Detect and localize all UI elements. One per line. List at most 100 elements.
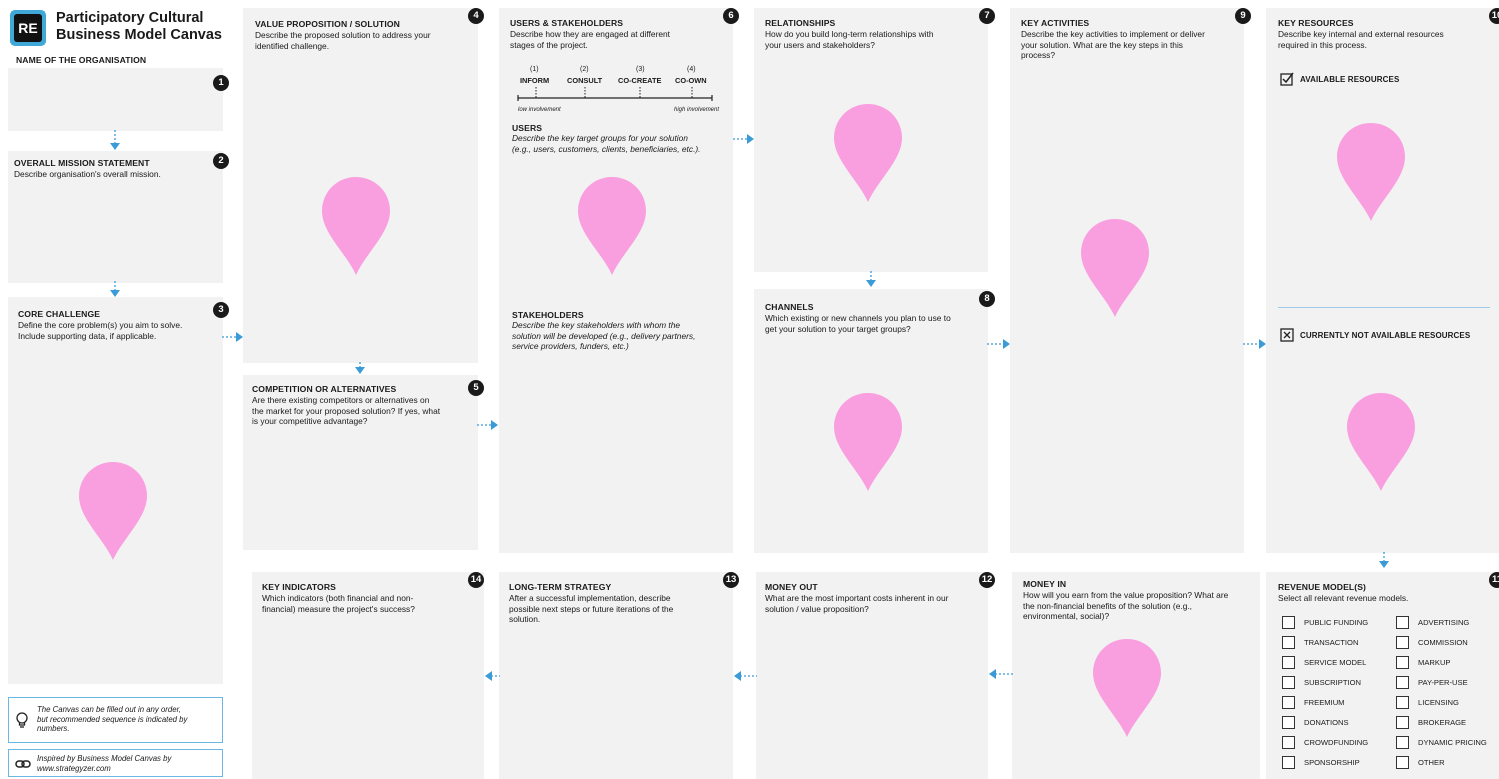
users-subtitle: USERS [512, 123, 543, 133]
inspired-note: Inspired by Business Model Canvas by www… [8, 749, 223, 777]
revenue-option[interactable]: FREEMIUM [1282, 696, 1345, 709]
checkbox[interactable] [1396, 676, 1409, 689]
checkbox[interactable] [1282, 756, 1295, 769]
revenue-option[interactable]: CROWDFUNDING [1282, 736, 1368, 749]
checkbox[interactable] [1282, 736, 1295, 749]
not-available-resources-row: CURRENTLY NOT AVAILABLE RESOURCES [1280, 328, 1470, 342]
revenue-option-label: DYNAMIC PRICING [1418, 738, 1487, 747]
checkbox[interactable] [1282, 616, 1295, 629]
available-resources-row: AVAILABLE RESOURCES [1280, 72, 1399, 86]
arrow-left-icon [734, 671, 757, 681]
step-number-13: 13 [723, 572, 739, 588]
stakeholders-subtitle: STAKEHOLDERS [512, 310, 584, 320]
revenue-option-label: TRANSACTION [1304, 638, 1359, 647]
strategy-desc: After a successful implementation, descr… [509, 593, 674, 624]
checkbox[interactable] [1396, 736, 1409, 749]
competition-desc: Are there existing competitors or altern… [252, 395, 441, 426]
core-desc: Define the core problem(s) you aim to so… [18, 320, 183, 341]
checkbox[interactable] [1396, 716, 1409, 729]
revenue-option[interactable]: LICENSING [1396, 696, 1459, 709]
revenue-option[interactable]: DYNAMIC PRICING [1396, 736, 1487, 749]
arrow-right-icon [1243, 339, 1266, 349]
step-number-7: 7 [979, 8, 995, 24]
map-pin-icon [79, 462, 147, 560]
revenue-option-label: SUBSCRIPTION [1304, 678, 1361, 687]
revenue-option[interactable]: PAY-PER-USE [1396, 676, 1468, 689]
relationships-desc: How do you build long-term relationships… [765, 29, 934, 50]
revenue-option-label: CROWDFUNDING [1304, 738, 1369, 747]
link-icon [15, 760, 31, 768]
revenue-option[interactable]: DONATIONS [1282, 716, 1349, 729]
map-pin-icon [1347, 393, 1415, 491]
step-number-11: 11 [1489, 572, 1499, 588]
resources-desc: Describe key internal and external resou… [1278, 29, 1444, 50]
money-out-desc: What are the most important costs inhere… [765, 593, 949, 614]
revenue-option[interactable]: OTHER [1396, 756, 1445, 769]
checked-box-icon [1280, 72, 1294, 86]
arrow-left-icon [485, 671, 500, 681]
lightbulb-icon [16, 712, 28, 728]
arrow-right-icon [733, 134, 754, 144]
map-pin-icon [1081, 219, 1149, 317]
revenue-option-label: COMMISSION [1418, 638, 1468, 647]
step-number-9: 9 [1235, 8, 1251, 24]
logo-badge: RE [10, 10, 46, 46]
checkbox[interactable] [1282, 696, 1295, 709]
revenue-desc: Select all relevant revenue models. [1278, 593, 1409, 603]
step-number-3: 3 [213, 302, 229, 318]
step-number-2: 2 [213, 153, 229, 169]
revenue-option[interactable]: BROKERAGE [1396, 716, 1466, 729]
map-pin-icon [1093, 639, 1161, 737]
activities-title: KEY ACTIVITIES [1021, 18, 1090, 28]
checkbox[interactable] [1396, 636, 1409, 649]
logo-text: RE [14, 14, 42, 42]
resources-divider [1278, 307, 1490, 308]
checkbox[interactable] [1396, 616, 1409, 629]
indicators-title: KEY INDICATORS [262, 582, 336, 592]
arrow-right-icon [222, 332, 243, 342]
arrow-down-icon [866, 271, 876, 287]
revenue-option[interactable]: PUBLIC FUNDING [1282, 616, 1368, 629]
revenue-title: REVENUE MODEL(S) [1278, 582, 1367, 592]
revenue-option-label: DONATIONS [1304, 718, 1349, 727]
arrow-down-icon [1379, 552, 1389, 568]
checkbox[interactable] [1282, 656, 1295, 669]
arrow-down-icon [355, 362, 365, 374]
checkbox[interactable] [1396, 696, 1409, 709]
map-pin-icon [322, 177, 390, 275]
revenue-option[interactable]: SERVICE MODEL [1282, 656, 1366, 669]
checkbox[interactable] [1282, 636, 1295, 649]
competition-title: COMPETITION OR ALTERNATIVES [252, 384, 397, 394]
users-stakeholders-desc: Describe how they are engaged at differe… [510, 29, 671, 50]
revenue-option-label: MARKUP [1418, 658, 1451, 667]
revenue-option[interactable]: SUBSCRIPTION [1282, 676, 1361, 689]
revenue-option-label: SPONSORSHIP [1304, 758, 1360, 767]
revenue-option[interactable]: SPONSORSHIP [1282, 756, 1360, 769]
value-title: VALUE PROPOSITION / SOLUTION [255, 19, 400, 29]
map-pin-icon [834, 393, 902, 491]
step-number-12: 12 [979, 572, 995, 588]
relationships-title: RELATIONSHIPS [765, 18, 836, 28]
step-number-5: 5 [468, 380, 484, 396]
revenue-option-label: LICENSING [1418, 698, 1459, 707]
checkbox[interactable] [1396, 756, 1409, 769]
checkbox[interactable] [1396, 656, 1409, 669]
revenue-option[interactable]: MARKUP [1396, 656, 1451, 669]
revenue-option-label: PAY-PER-USE [1418, 678, 1468, 687]
revenue-option-label: BROKERAGE [1418, 718, 1467, 727]
stakeholders-subdesc: Describe the key stakeholders with whom … [512, 320, 696, 351]
checkbox[interactable] [1282, 716, 1295, 729]
map-pin-icon [1337, 123, 1405, 221]
revenue-option[interactable]: ADVERTISING [1396, 616, 1469, 629]
revenue-option[interactable]: TRANSACTION [1282, 636, 1358, 649]
name-org-panel[interactable] [8, 68, 223, 131]
arrow-down-icon [110, 130, 120, 150]
channels-title: CHANNELS [765, 302, 814, 312]
revenue-option[interactable]: COMMISSION [1396, 636, 1468, 649]
core-title: CORE CHALLENGE [18, 309, 101, 319]
users-subdesc: Describe the key target groups for your … [512, 133, 701, 154]
money-out-title: MONEY OUT [765, 582, 818, 592]
arrow-right-icon [987, 339, 1010, 349]
checkbox[interactable] [1282, 676, 1295, 689]
users-stakeholders-title: USERS & STAKEHOLDERS [510, 18, 624, 28]
